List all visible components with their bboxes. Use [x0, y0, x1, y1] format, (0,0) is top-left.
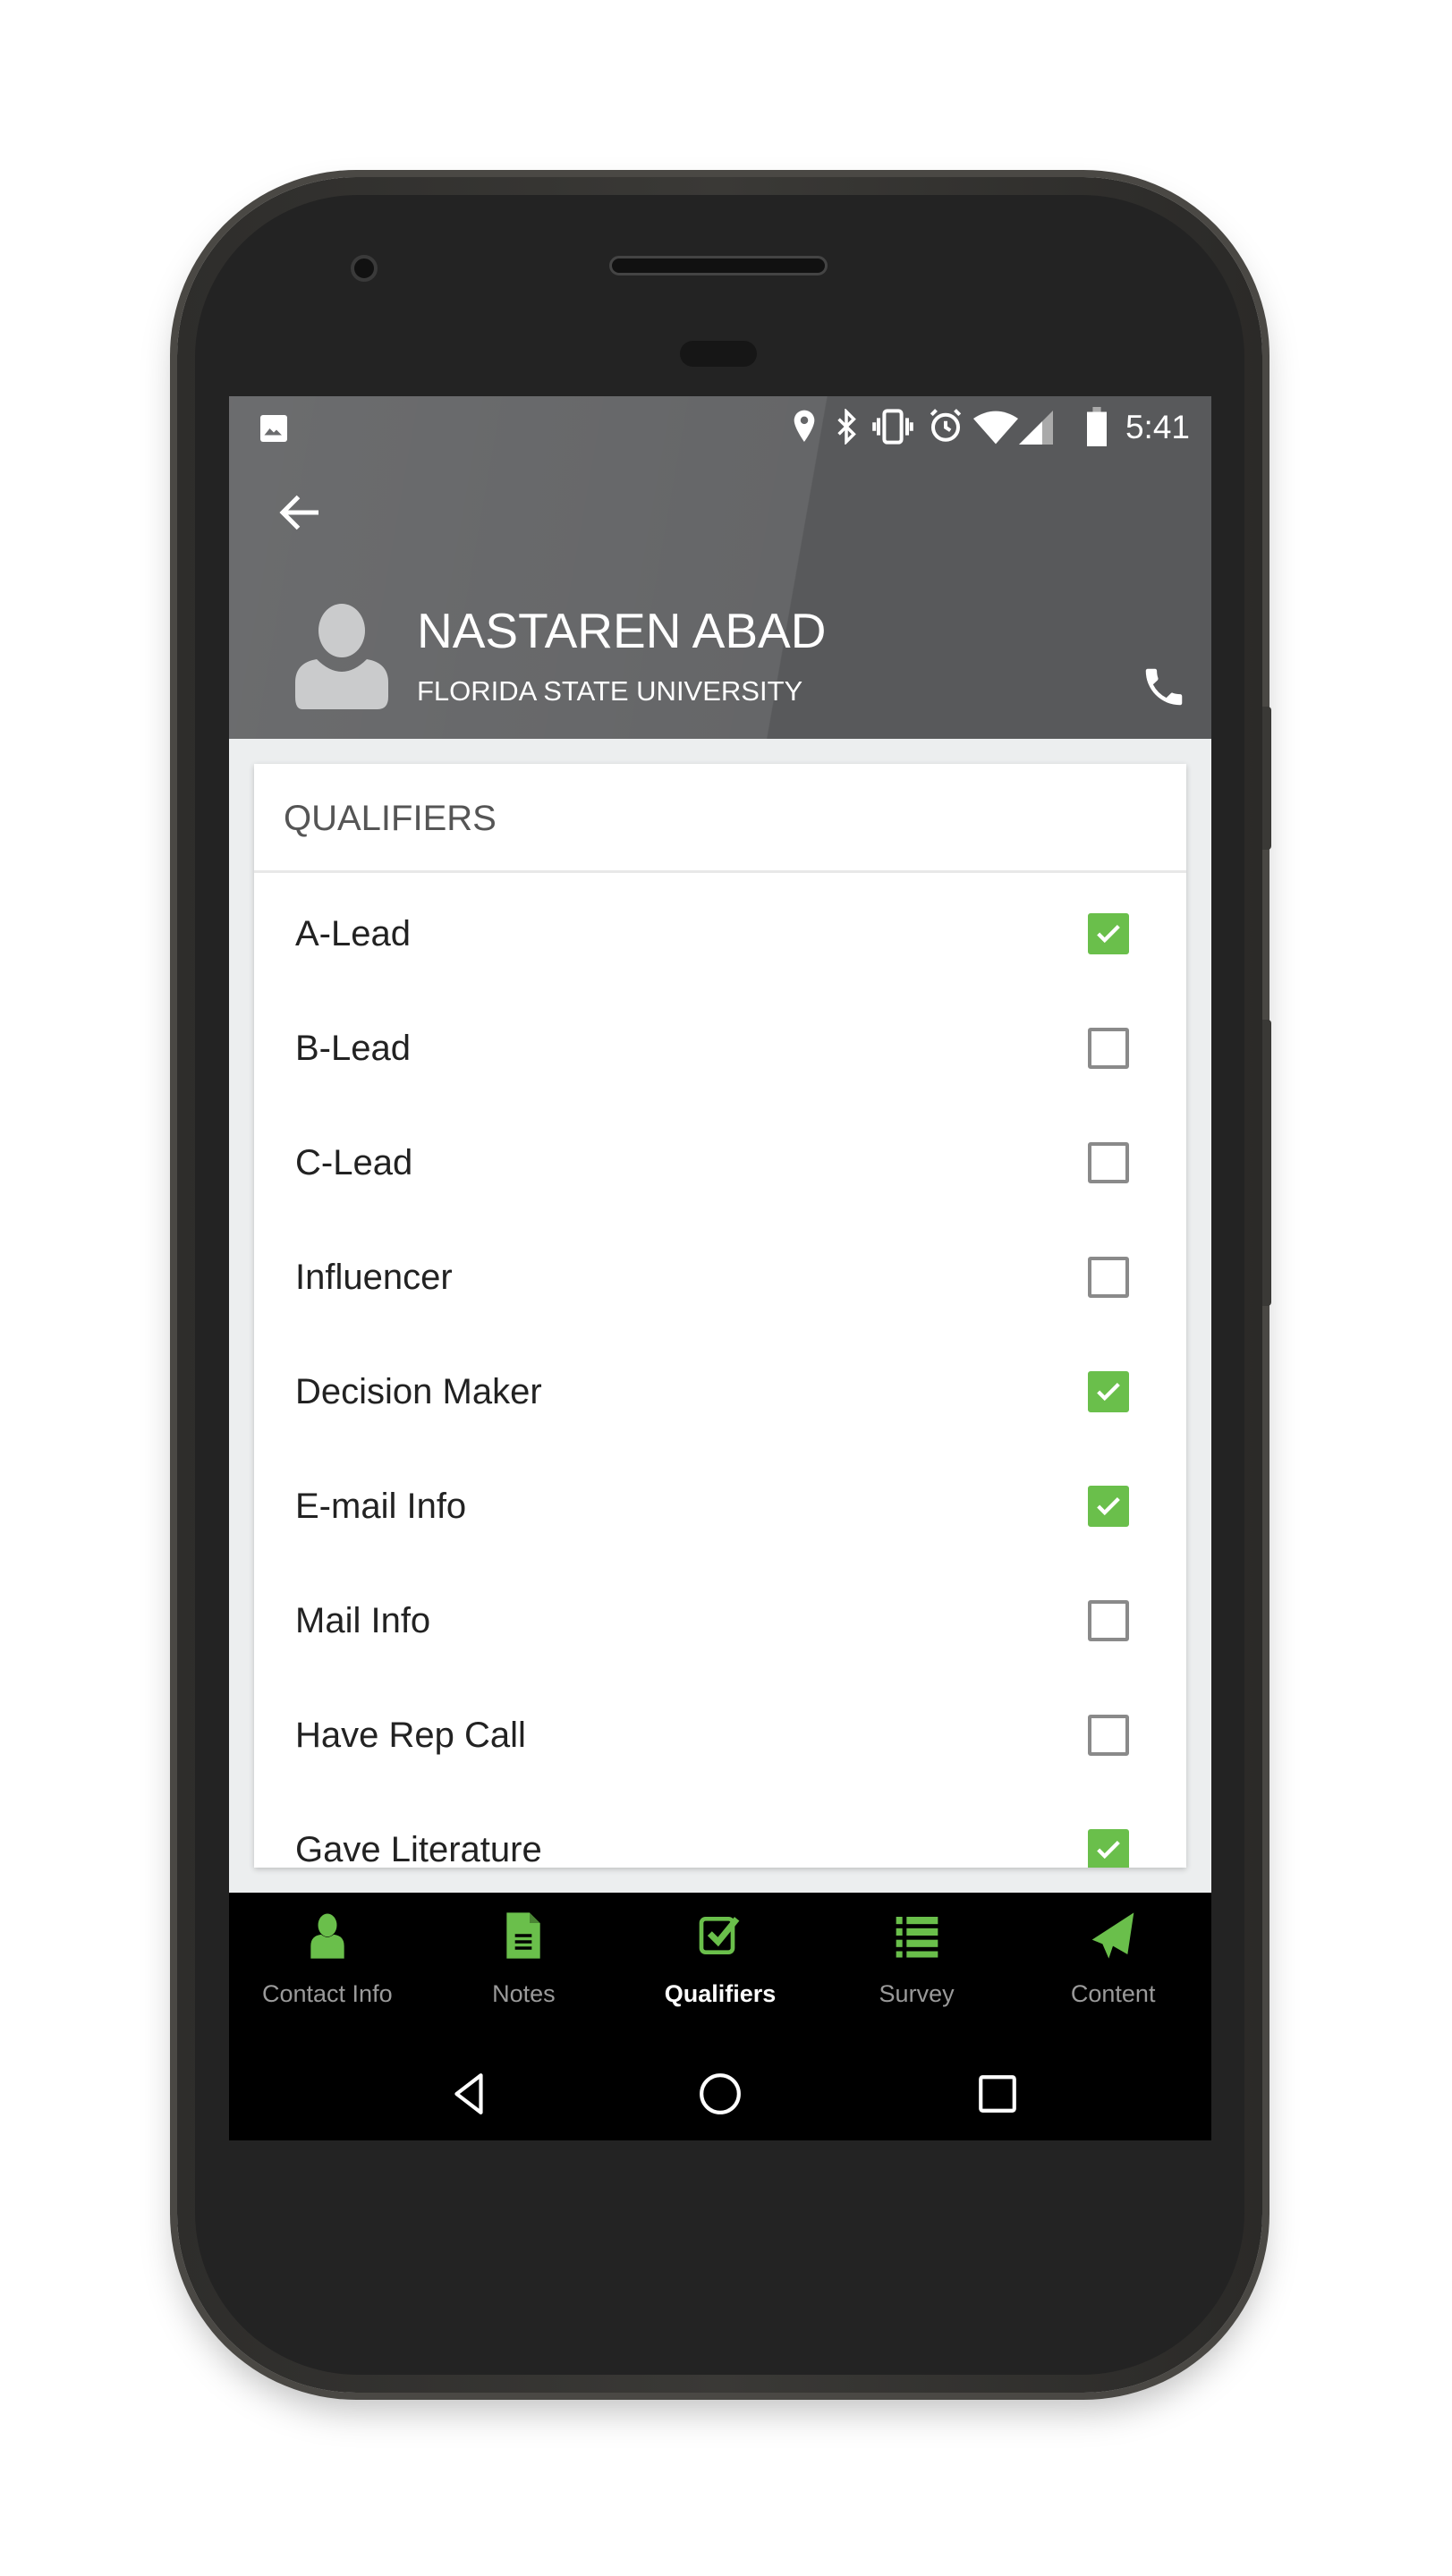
proximity-sensor [680, 341, 757, 367]
contact-name: NASTAREN ABAD [417, 603, 827, 658]
bottom-navigation: Contact Info Notes Qualifiers Survey Content [229, 1893, 1211, 2140]
qualifier-row[interactable]: A-Lead [254, 877, 1186, 991]
qualifier-row[interactable]: Influencer [254, 1220, 1186, 1335]
qualifier-label: Gave Literature [295, 1830, 542, 1868]
checkbox-checked[interactable] [1088, 1829, 1129, 1868]
checkmark-icon [1097, 1496, 1120, 1516]
checkmark-icon [1097, 1382, 1120, 1402]
checkbox-unchecked[interactable] [1088, 1142, 1129, 1183]
qualifier-label: Decision Maker [295, 1372, 542, 1411]
qualifier-row[interactable]: E-mail Info [254, 1449, 1186, 1563]
checkbox-unchecked[interactable] [1088, 1600, 1129, 1641]
alarm-icon [930, 409, 962, 442]
contact-organization: FLORIDA STATE UNIVERSITY [417, 675, 803, 707]
qualifier-label: Influencer [295, 1258, 453, 1297]
tab-notes[interactable]: Notes [426, 1893, 623, 2040]
document-icon [506, 1912, 541, 1959]
qualifier-label: E-mail Info [295, 1487, 467, 1526]
vibrate-icon [872, 409, 913, 445]
tab-label: Notes [492, 1980, 556, 2007]
checkbox-unchecked[interactable] [1088, 1028, 1129, 1069]
qualifier-row[interactable]: Mail Info [254, 1563, 1186, 1678]
qualifier-label: Mail Info [295, 1601, 431, 1640]
qualifier-row[interactable]: Have Rep Call [254, 1678, 1186, 1792]
tab-contact-info[interactable]: Contact Info [229, 1893, 426, 2040]
contact-header: 5:41 NASTAREN ABAD FLORIDA STATE UNIVERS… [229, 396, 1211, 739]
qualifier-label: Have Rep Call [295, 1716, 526, 1755]
qualifier-row[interactable]: Decision Maker [254, 1335, 1186, 1449]
location-icon [794, 410, 815, 442]
signal-icon [1019, 411, 1053, 445]
tab-label: Contact Info [262, 1980, 393, 2007]
bluetooth-icon [837, 409, 856, 445]
checkbox-unchecked[interactable] [1088, 1715, 1129, 1756]
volume-button [1262, 1020, 1271, 1306]
checkbox-checked[interactable] [1088, 1371, 1129, 1412]
qualifiers-card: QUALIFIERS A-Lead B-Lead C-Lead Influenc… [254, 764, 1186, 1868]
qualifier-row[interactable]: C-Lead [254, 1106, 1186, 1220]
system-recents-icon[interactable] [975, 2072, 1020, 2116]
tab-survey[interactable]: Survey [819, 1893, 1015, 2040]
image-icon [260, 415, 287, 442]
front-camera [351, 255, 378, 282]
qualifier-label: C-Lead [295, 1143, 413, 1182]
tab-qualifiers[interactable]: Qualifiers [622, 1893, 819, 2040]
list-icon [896, 1917, 938, 1958]
checkbox-checked[interactable] [1088, 913, 1129, 954]
tab-label: Content [1070, 1980, 1156, 2007]
qualifier-row[interactable]: B-Lead [254, 991, 1186, 1106]
tab-label: Survey [879, 1980, 955, 2007]
power-button [1262, 707, 1271, 850]
system-home-icon[interactable] [698, 2072, 743, 2116]
checkbox-icon [699, 1917, 740, 1954]
card-title: QUALIFIERS [254, 764, 1186, 873]
qualifier-label: B-Lead [295, 1029, 411, 1068]
tab-content[interactable]: Content [1015, 1893, 1211, 2040]
avatar [295, 604, 388, 709]
person-icon [310, 1913, 344, 1959]
paper-plane-icon [1091, 1912, 1134, 1959]
tab-label: Qualifiers [664, 1980, 777, 2007]
qualifier-label: A-Lead [295, 914, 411, 953]
checkmark-icon [1097, 924, 1120, 944]
app-screen: 5:41 NASTAREN ABAD FLORIDA STATE UNIVERS… [229, 396, 1211, 2140]
qualifier-row[interactable]: Gave Literature [254, 1792, 1186, 1868]
wifi-icon [973, 411, 1018, 445]
phone-icon[interactable] [1140, 663, 1188, 711]
checkbox-unchecked[interactable] [1088, 1257, 1129, 1298]
system-back-icon[interactable] [447, 2072, 492, 2116]
checkbox-checked[interactable] [1088, 1486, 1129, 1527]
status-time: 5:41 [1125, 409, 1190, 445]
earpiece-speaker [609, 256, 828, 275]
checkmark-icon [1097, 1840, 1120, 1860]
arrow-left-icon[interactable] [274, 486, 327, 539]
battery-icon [1087, 407, 1107, 446]
status-bar: 5:41 [229, 396, 1211, 459]
